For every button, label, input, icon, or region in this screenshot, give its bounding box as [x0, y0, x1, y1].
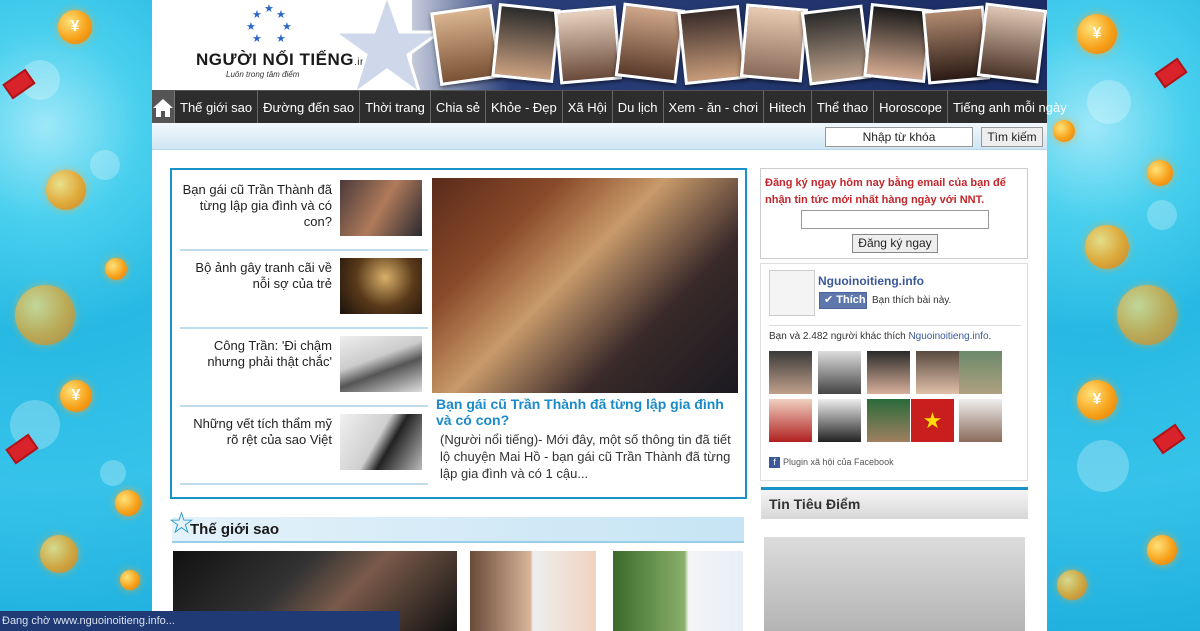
featured-news-box: Bạn gái cũ Trần Thành đã từng lập gia đì… [170, 168, 747, 499]
featured-side-item-thumbnail[interactable] [340, 336, 422, 392]
facebook-like-count: Bạn và 2.482 người khác thích Nguoinoiti… [769, 331, 992, 342]
facebook-page-name[interactable]: Nguoinoitieng.info [818, 274, 924, 288]
featured-side-item-thumbnail[interactable] [340, 258, 422, 314]
featured-side-item[interactable]: Bạn gái cũ Trần Thành đã từng lập gia đì… [180, 174, 428, 251]
coin-icon [105, 258, 127, 280]
coin-icon: ¥ [58, 10, 92, 44]
featured-side-item-title[interactable]: Công Trần: 'Đi chậm nhưng phải thật chắc… [182, 338, 332, 370]
logo-tagline: Luôn trong tâm điểm [226, 70, 300, 79]
tin-tieu-diem-heading: Tin Tiêu Điểm [761, 487, 1028, 519]
featured-side-item-thumbnail[interactable] [340, 180, 422, 236]
facebook-like-box: Nguoinoitieng.info ✔ Thích Bạn thích bài… [760, 263, 1028, 481]
facebook-plugin-note: f Plugin xã hội của Facebook [769, 457, 894, 468]
coin-icon [120, 570, 140, 590]
facebook-page-link[interactable]: Nguoinoitieng.info [908, 331, 988, 342]
coin-icon [1057, 570, 1087, 600]
nav-item-hitech[interactable]: Hitech [764, 91, 812, 123]
section-header-the-gioi-sao: ☆ Thế giới sao [168, 509, 744, 543]
nav-item-du-lich[interactable]: Du lịch [613, 91, 664, 123]
search-bar: Nhập từ khóa Tìm kiếm [152, 123, 1047, 150]
facebook-like-text: Bạn thích bài này. [872, 295, 952, 306]
nav-item-thoi-trang[interactable]: Thời trang [360, 91, 431, 123]
star-decoration-icon [332, 0, 442, 90]
nav-item-xa-hoi[interactable]: Xã Hội [563, 91, 613, 123]
facebook-page-avatar[interactable] [769, 270, 815, 316]
site-header: ★★★ ★★ ★★ NGƯỜI NỔI TIẾNG.info Luôn tron… [152, 0, 1047, 90]
home-icon [153, 98, 173, 117]
featured-side-item[interactable]: Bộ ảnh gây tranh cãi về nỗi sợ của trẻ [180, 252, 428, 329]
celebrity-photo [553, 5, 623, 85]
featured-main-image[interactable] [432, 178, 738, 393]
featured-main-description: (Người nổi tiếng)- Mới đây, một số thông… [440, 432, 731, 481]
facebook-fan-avatar[interactable] [867, 399, 910, 442]
red-envelope-icon [1154, 57, 1188, 89]
featured-main-title[interactable]: Bạn gái cũ Trần Thành đã từng lập gia đì… [436, 396, 736, 428]
divider [769, 325, 1021, 326]
email-field[interactable] [801, 210, 989, 229]
section-article-image[interactable] [613, 551, 743, 631]
nav-home[interactable] [152, 91, 175, 124]
nav-item-horoscope[interactable]: Horoscope [874, 91, 949, 123]
nav-item-xem-an-choi[interactable]: Xem - ăn - chơi [664, 91, 764, 123]
nav-item-khoe-dep[interactable]: Khỏe - Đẹp [486, 91, 563, 123]
facebook-fan-avatar[interactable] [959, 399, 1002, 442]
nav-item-the-thao[interactable]: Thể thao [812, 91, 875, 123]
coin-icon: ¥ [60, 380, 92, 412]
search-input[interactable]: Nhập từ khóa [825, 127, 973, 147]
celebrity-photo [491, 2, 561, 84]
featured-side-item[interactable]: Công Trần: 'Đi chậm nhưng phải thật chắc… [180, 330, 428, 407]
search-button[interactable]: Tìm kiếm [981, 127, 1043, 147]
signup-text: Đăng ký ngay hôm nay bằng email của bạn … [765, 177, 1006, 206]
featured-side-item[interactable]: Những vết tích thẩm mỹ rõ rệt của sao Vi… [180, 408, 428, 485]
facebook-fan-avatar[interactable]: ★ [911, 399, 954, 442]
nav-item-tieng-anh[interactable]: Tiếng anh mỗi ngày [948, 91, 1072, 123]
coin-icon [1147, 535, 1177, 565]
coin-icon: ¥ [1077, 380, 1117, 420]
nav-item-chia-se[interactable]: Chia sẻ [431, 91, 486, 123]
header-celebrity-photos [430, 2, 1047, 88]
coin-icon [40, 535, 78, 573]
celebrity-photo [800, 4, 872, 86]
section-title[interactable]: Thế giới sao [190, 521, 279, 538]
celebrity-photo [677, 4, 747, 86]
facebook-like-button[interactable]: ✔ Thích [819, 292, 867, 309]
coin-icon [46, 170, 86, 210]
featured-side-item-title[interactable]: Bạn gái cũ Trần Thành đã từng lập gia đì… [182, 182, 332, 230]
coin-icon: ¥ [1077, 14, 1117, 54]
coin-icon [1147, 160, 1173, 186]
stars-icon: ★ ★ ★ ★ ★ ★ ★ [246, 3, 292, 45]
coin-icon [115, 490, 141, 516]
coin-icon [15, 285, 75, 345]
facebook-fan-avatar[interactable] [818, 351, 861, 394]
facebook-fan-avatar[interactable] [867, 351, 910, 394]
left-background-decor: ¥ ¥ [0, 0, 152, 631]
newsletter-signup: Đăng ký ngay hôm nay bằng email của bạn … [760, 168, 1028, 259]
featured-side-item-title[interactable]: Những vết tích thẩm mỹ rõ rệt của sao Vi… [182, 416, 332, 448]
signup-button[interactable]: Đăng ký ngay [852, 234, 938, 253]
featured-side-item-title[interactable]: Bộ ảnh gây tranh cãi về nỗi sợ của trẻ [182, 260, 332, 292]
nav-item-duong-den-sao[interactable]: Đường đến sao [258, 91, 361, 123]
coin-icon [1053, 120, 1075, 142]
nav-item-the-gioi-sao[interactable]: Thế giới sao [175, 91, 259, 123]
red-envelope-icon [1152, 423, 1186, 455]
section-article-image[interactable] [470, 551, 596, 631]
facebook-icon: f [769, 457, 780, 468]
tin-tieu-diem-image[interactable] [764, 537, 1025, 631]
facebook-fan-avatar[interactable] [916, 351, 959, 394]
main-nav: Thế giới sao Đường đến sao Thời trang Ch… [152, 90, 1067, 124]
facebook-fan-avatar[interactable] [769, 351, 812, 394]
featured-side-item-thumbnail[interactable] [340, 414, 422, 470]
celebrity-photo [739, 3, 809, 83]
facebook-fan-avatar[interactable] [818, 399, 861, 442]
coin-icon [1117, 285, 1177, 345]
facebook-fan-avatar[interactable] [959, 351, 1002, 394]
facebook-fan-avatar[interactable] [769, 399, 812, 442]
browser-status-bar: Đang chờ www.nguoinoitieng.info... [0, 611, 400, 631]
celebrity-photo [976, 2, 1047, 84]
celebrity-photo [614, 2, 686, 84]
page-container: ★★★ ★★ ★★ NGƯỜI NỔI TIẾNG.info Luôn tron… [152, 0, 1067, 631]
coin-icon [1085, 225, 1129, 269]
